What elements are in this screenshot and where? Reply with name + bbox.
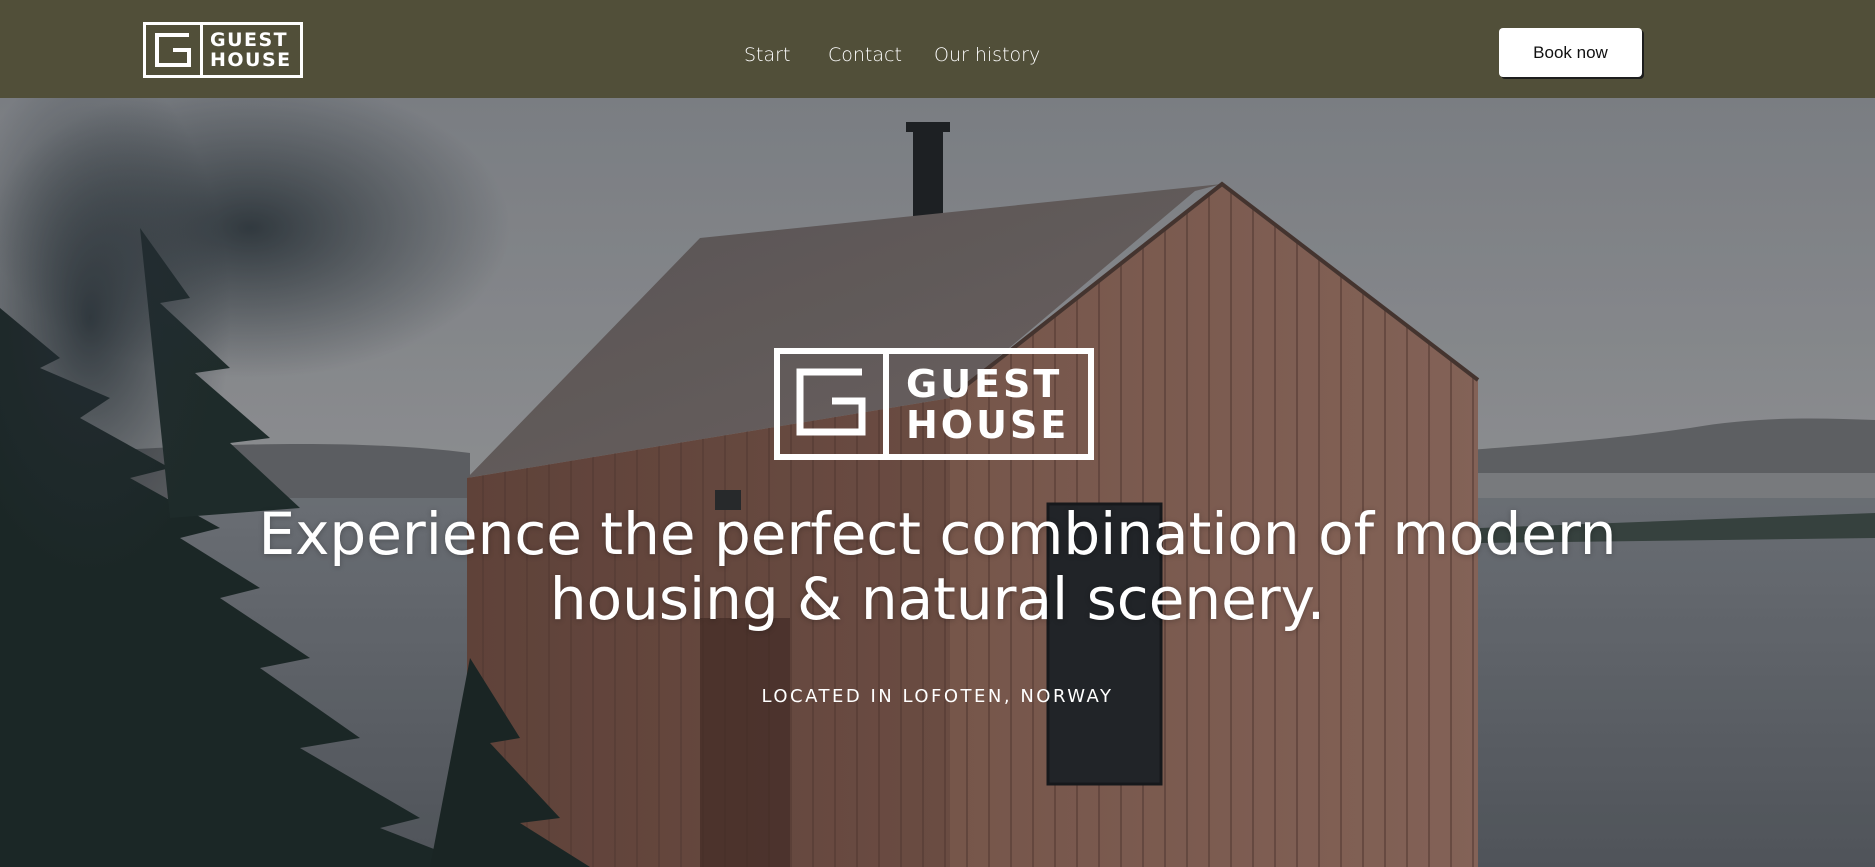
- top-navbar: GUEST HOUSE Start Contact Our history Bo…: [0, 0, 1875, 98]
- hero-headline-line-2: housing & natural scenery.: [549, 565, 1326, 633]
- hero-logo-line-1: GUEST: [906, 362, 1063, 406]
- book-now-button[interactable]: Book now: [1499, 28, 1642, 77]
- hero-section: GUEST HOUSE Experience the perfect combi…: [0, 98, 1875, 867]
- hero-logo-line-2: HOUSE: [906, 403, 1070, 447]
- hero-logo-wordmark: GUEST HOUSE: [906, 364, 1069, 446]
- nav-link-contact[interactable]: Contact: [828, 44, 902, 66]
- nav-link-our-history[interactable]: Our history: [934, 44, 1040, 66]
- hero-logo: GUEST HOUSE: [774, 348, 1094, 460]
- hero-location: LOCATED IN LOFOTEN, NORWAY: [761, 686, 1114, 707]
- nav-link-start[interactable]: Start: [744, 44, 790, 66]
- hero-headline-line-1: Experience the perfect combination of mo…: [258, 500, 1617, 568]
- hero-logo-g-mark: [780, 354, 889, 454]
- hero-background-image: [0, 98, 1875, 867]
- hero-headline: Experience the perfect combination of mo…: [100, 502, 1775, 632]
